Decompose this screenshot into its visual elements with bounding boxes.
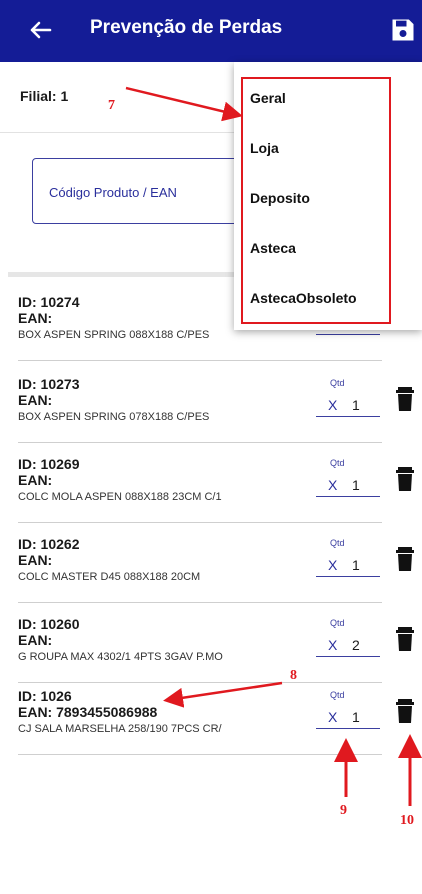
annotation-arrows	[125, 86, 422, 806]
annotation-label-7: 7	[108, 98, 115, 113]
annotation-label-8: 8	[290, 668, 297, 683]
annotation-label-9: 9	[340, 803, 347, 818]
annotation-label-10: 10	[400, 813, 414, 828]
annotation-arrow-7	[125, 86, 243, 122]
annotation-arrow-8	[163, 681, 283, 708]
